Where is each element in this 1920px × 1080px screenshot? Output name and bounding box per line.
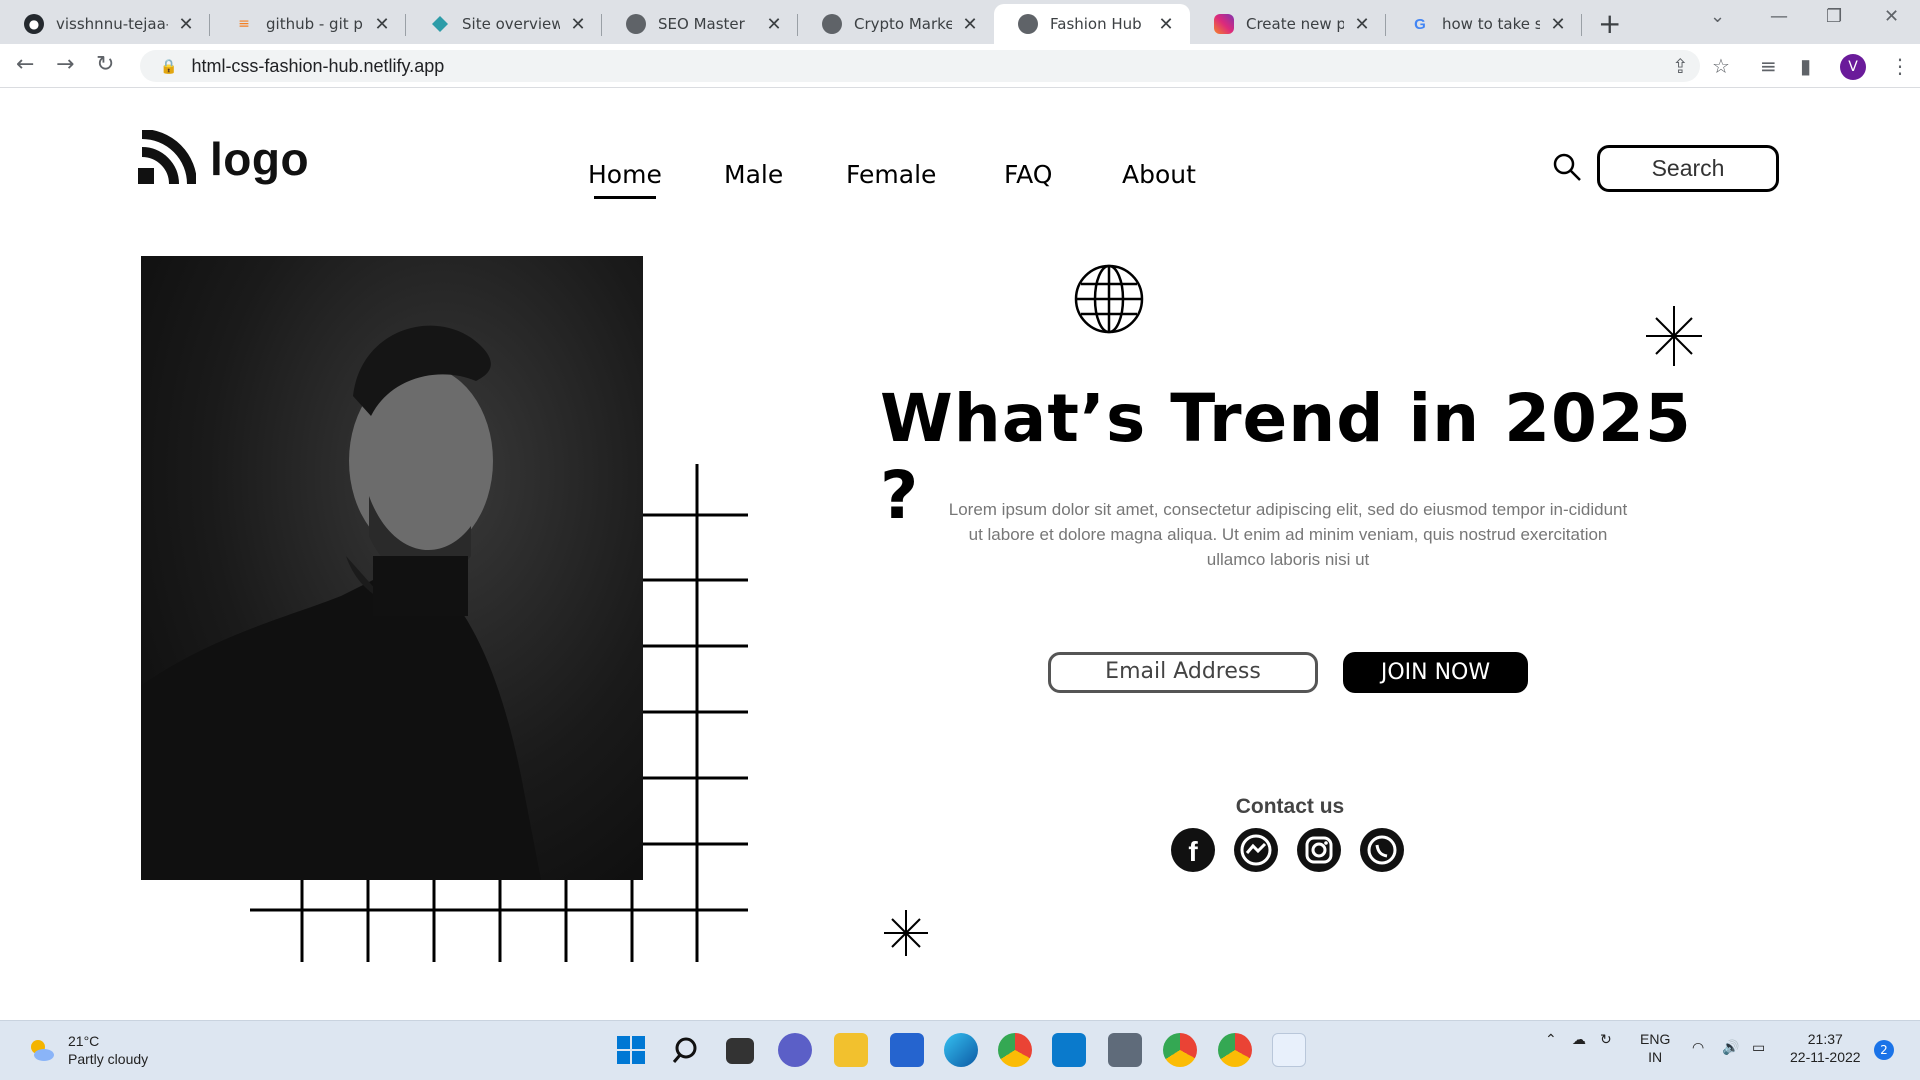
onedrive-icon[interactable]: ☁ bbox=[1572, 1030, 1586, 1048]
restore-icon[interactable]: ❐ bbox=[1826, 6, 1842, 27]
time: 21:37 bbox=[1807, 1031, 1843, 1047]
chrome-profile-icon[interactable] bbox=[1163, 1033, 1197, 1067]
whatsapp-icon[interactable] bbox=[1360, 828, 1404, 872]
close-tab-icon[interactable]: ✕ bbox=[1352, 14, 1372, 35]
globe-icon bbox=[1018, 14, 1038, 34]
wifi-icon[interactable]: ◠ bbox=[1692, 1038, 1704, 1056]
browser-tab[interactable]: Crypto Market ✕ bbox=[798, 4, 994, 44]
search-input[interactable]: Search bbox=[1597, 145, 1779, 192]
file-explorer-icon[interactable] bbox=[834, 1033, 868, 1067]
chrome-icon[interactable] bbox=[998, 1033, 1032, 1067]
share-icon[interactable]: ⇪ bbox=[1672, 54, 1689, 78]
sparkle-icon bbox=[1646, 306, 1702, 370]
weather-temperature: 21°C bbox=[68, 1033, 100, 1049]
close-tab-icon[interactable]: ✕ bbox=[1548, 14, 1568, 35]
instagram-icon[interactable] bbox=[1297, 828, 1341, 872]
join-now-button[interactable]: JOIN NOW bbox=[1343, 652, 1528, 693]
task-view-icon[interactable] bbox=[726, 1038, 754, 1064]
nav-about[interactable]: About bbox=[1122, 160, 1196, 189]
nav-faq[interactable]: FAQ bbox=[1004, 160, 1052, 189]
search-icon[interactable] bbox=[1552, 152, 1582, 186]
calculator-icon[interactable] bbox=[1108, 1033, 1142, 1067]
vscode-icon[interactable] bbox=[1052, 1033, 1086, 1067]
language-indicator[interactable]: ENG IN bbox=[1640, 1030, 1670, 1066]
browser-tab[interactable]: Create new post ✕ bbox=[1190, 4, 1386, 44]
close-tab-icon[interactable]: ✕ bbox=[764, 14, 784, 35]
messenger-icon[interactable] bbox=[1234, 828, 1278, 872]
chrome-profile-icon[interactable] bbox=[1218, 1033, 1252, 1067]
show-hidden-icons[interactable]: ⌃ bbox=[1545, 1030, 1557, 1048]
volume-icon[interactable]: 🔊 bbox=[1722, 1038, 1739, 1056]
sync-icon[interactable]: ↻ bbox=[1600, 1030, 1612, 1048]
search-taskbar-icon[interactable] bbox=[670, 1033, 704, 1067]
date: 22-11-2022 bbox=[1790, 1049, 1861, 1065]
google-icon: G bbox=[1414, 15, 1426, 33]
side-panel-icon[interactable]: ▮ bbox=[1800, 54, 1811, 78]
browser-tab-active[interactable]: Fashion Hub ✕ bbox=[994, 4, 1190, 44]
instagram-icon bbox=[1214, 14, 1234, 34]
notification-badge[interactable]: 2 bbox=[1874, 1040, 1894, 1060]
store-icon[interactable] bbox=[890, 1033, 924, 1067]
menu-dots-icon[interactable]: ⋮ bbox=[1890, 54, 1910, 78]
reading-list-icon[interactable]: ≡ bbox=[1760, 54, 1777, 78]
email-input[interactable]: Email Address bbox=[1048, 652, 1318, 693]
contact-heading: Contact us bbox=[1235, 795, 1345, 818]
windows-start-icon[interactable] bbox=[614, 1033, 648, 1067]
nav-female[interactable]: Female bbox=[846, 160, 936, 189]
close-window-icon[interactable]: ✕ bbox=[1884, 6, 1899, 27]
svg-text:f: f bbox=[1188, 836, 1198, 867]
globe-icon bbox=[1074, 264, 1144, 338]
weather-widget[interactable]: 21°C Partly cloudy bbox=[26, 1032, 148, 1068]
minimize-icon[interactable]: — bbox=[1770, 6, 1788, 27]
globe-icon bbox=[822, 14, 842, 34]
battery-icon[interactable]: ▭ bbox=[1752, 1038, 1765, 1056]
weather-description: Partly cloudy bbox=[68, 1051, 149, 1067]
facebook-icon[interactable]: f bbox=[1171, 828, 1215, 872]
browser-tab[interactable]: G how to take scree ✕ bbox=[1386, 4, 1582, 44]
close-tab-icon[interactable]: ✕ bbox=[1156, 14, 1176, 35]
tab-search-icon[interactable]: ⌄ bbox=[1710, 6, 1725, 27]
partly-cloudy-icon bbox=[31, 1040, 54, 1061]
close-tab-icon[interactable]: ✕ bbox=[960, 14, 980, 35]
bookmark-star-icon[interactable]: ☆ bbox=[1712, 54, 1730, 78]
edge-icon[interactable] bbox=[944, 1033, 978, 1067]
hero-description: Lorem ipsum dolor sit amet, consectetur … bbox=[948, 500, 1628, 569]
sparkle-icon bbox=[884, 910, 928, 960]
snipping-tool-icon[interactable] bbox=[1272, 1033, 1306, 1067]
chat-icon[interactable] bbox=[778, 1033, 812, 1067]
clock[interactable]: 21:37 22-11-2022 bbox=[1790, 1030, 1861, 1066]
profile-avatar[interactable]: V bbox=[1840, 54, 1866, 80]
new-tab-button[interactable]: + bbox=[1598, 7, 1621, 40]
decorative-grid bbox=[250, 464, 748, 962]
